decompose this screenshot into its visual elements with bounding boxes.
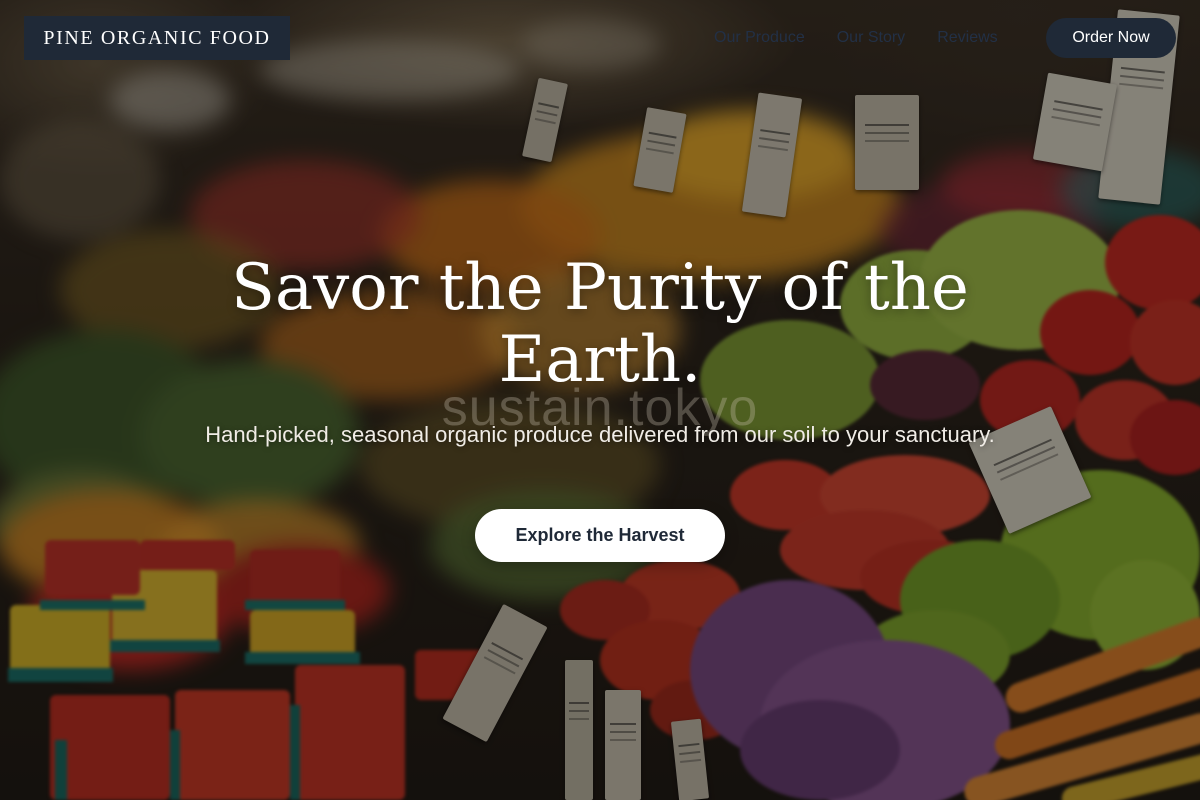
brand-logo[interactable]: PINE ORGANIC FOOD — [24, 16, 290, 60]
nav-item-our-produce[interactable]: Our Produce — [714, 28, 805, 48]
nav-item-our-story[interactable]: Our Story — [837, 28, 905, 48]
explore-harvest-button[interactable]: Explore the Harvest — [475, 509, 725, 562]
hero-subtitle: Hand-picked, seasonal organic produce de… — [205, 422, 995, 447]
main-nav: Our Produce Our Story Reviews — [714, 28, 998, 48]
order-now-button[interactable]: Order Now — [1046, 18, 1176, 58]
hero-title: Savor the Purity of the Earth. — [231, 251, 969, 397]
nav-item-reviews[interactable]: Reviews — [937, 28, 997, 48]
hero-background-image — [0, 0, 1200, 800]
